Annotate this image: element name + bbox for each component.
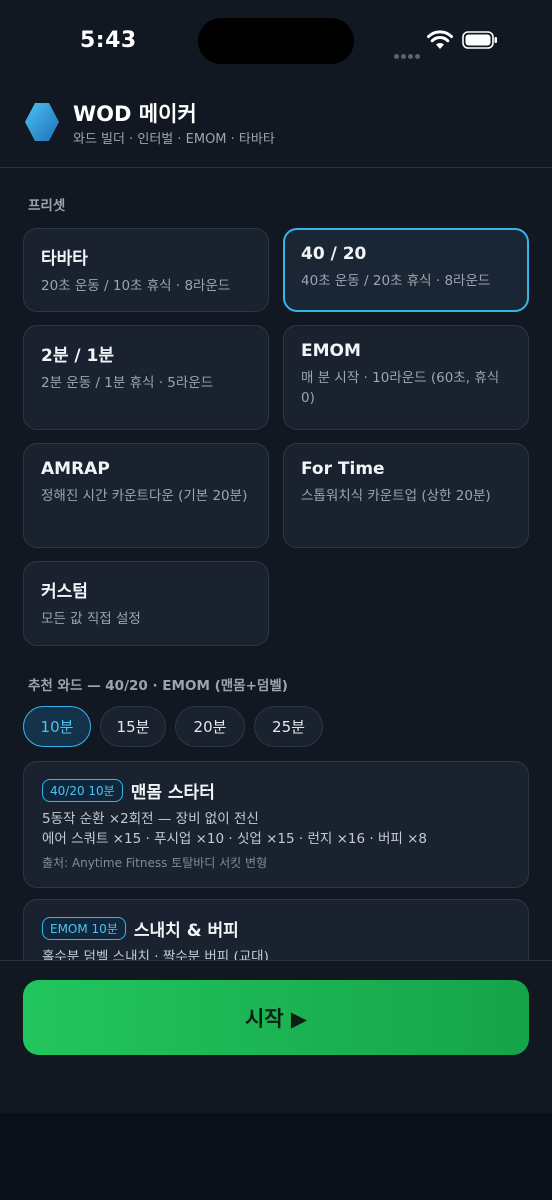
preset-custom[interactable]: 커스텀 모든 값 직접 설정: [23, 561, 269, 646]
preset-name: EMOM: [301, 341, 361, 361]
cellular-signal-icon: [394, 44, 422, 63]
preset-for-time[interactable]: For Time 스톱워치식 카운트업 (상한 20분): [283, 443, 529, 548]
wod-badge: EMOM 10분: [42, 917, 126, 940]
preset-name: 40 / 20: [301, 244, 367, 264]
app-screen: 5:43 WOD 메이커 와드 빌더 · 인터벌 · EMOM · 타바타 프리…: [0, 0, 552, 1113]
wod-title: 맨몸 스타터: [130, 783, 215, 803]
preset-amrap[interactable]: AMRAP 정해진 시간 카운트다운 (기본 20분): [23, 443, 269, 548]
bottom-action-bar: 시작 ▶: [0, 960, 552, 1113]
preset-desc: 정해진 시간 카운트다운 (기본 20분): [41, 488, 248, 504]
app-header: WOD 메이커 와드 빌더 · 인터벌 · EMOM · 타바타: [0, 86, 552, 168]
presets-label: 프리셋: [28, 198, 66, 214]
preset-tabata[interactable]: 타바타 20초 운동 / 10초 휴식 · 8라운드: [23, 228, 269, 312]
hexagon-logo-icon: [25, 103, 59, 141]
preset-name: 커스텀: [41, 582, 88, 602]
wod-movements: 에어 스쿼트 ×15 · 푸시업 ×10 · 싯업 ×15 · 런지 ×16 ·…: [42, 831, 427, 847]
wod-card[interactable]: 40/20 10분 맨몸 스타터 5동작 순환 ×2회전 — 장비 없이 전신 …: [23, 761, 529, 888]
preset-name: 2분 / 1분: [41, 346, 114, 366]
battery-icon: [462, 31, 497, 49]
preset-desc: 모든 값 직접 설정: [41, 611, 141, 627]
wod-badge: 40/20 10분: [42, 779, 123, 802]
preset-2min-1min[interactable]: 2분 / 1분 2분 운동 / 1분 휴식 · 5라운드: [23, 325, 269, 430]
preset-name: AMRAP: [41, 459, 110, 479]
recommend-label: 추천 와드 — 40/20 · EMOM (맨몸+덤벨): [28, 678, 288, 694]
dynamic-island: [198, 18, 354, 64]
start-button-label: 시작 ▶: [244, 1006, 308, 1031]
wifi-icon: [427, 30, 453, 49]
preset-desc: 스톱워치식 카운트업 (상한 20분): [301, 488, 491, 504]
preset-40-20[interactable]: 40 / 20 40초 운동 / 20초 휴식 · 8라운드: [283, 228, 529, 312]
duration-chip-20[interactable]: 20분: [175, 706, 245, 747]
status-time: 5:43: [80, 28, 137, 53]
duration-chip-25[interactable]: 25분: [254, 706, 323, 747]
preset-desc: 40초 운동 / 20초 휴식 · 8라운드: [301, 273, 491, 289]
start-button[interactable]: 시작 ▶: [23, 980, 529, 1055]
preset-desc: 2분 운동 / 1분 휴식 · 5라운드: [41, 375, 214, 391]
duration-chip-15[interactable]: 15분: [100, 706, 166, 747]
app-subtitle: 와드 빌더 · 인터벌 · EMOM · 타바타: [73, 132, 275, 147]
preset-name: For Time: [301, 459, 385, 479]
preset-desc: 매 분 시작 · 10라운드 (60초, 휴식 0): [301, 370, 500, 406]
wod-title: 스내치 & 버피: [133, 921, 239, 941]
duration-chip-10[interactable]: 10분: [23, 706, 91, 747]
home-indicator-area: [0, 1113, 552, 1200]
app-title: WOD 메이커: [73, 102, 197, 126]
wod-source: 출처: Anytime Fitness 토탈바디 서킷 변형: [42, 856, 268, 870]
status-bar: 5:43: [0, 0, 552, 86]
preset-emom[interactable]: EMOM 매 분 시작 · 10라운드 (60초, 휴식 0): [283, 325, 529, 430]
preset-name: 타바타: [41, 249, 88, 269]
wod-summary: 5동작 순환 ×2회전 — 장비 없이 전신: [42, 811, 259, 827]
preset-desc: 20초 운동 / 10초 휴식 · 8라운드: [41, 278, 231, 294]
